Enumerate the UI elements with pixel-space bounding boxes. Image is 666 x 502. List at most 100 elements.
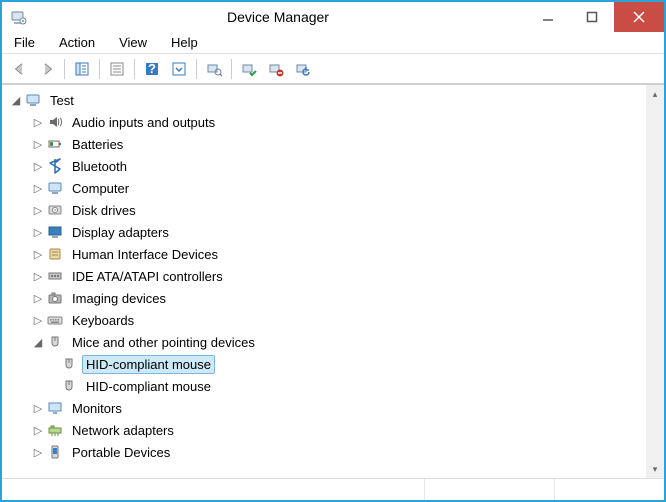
toolbar-separator <box>231 59 232 79</box>
uninstall-button[interactable] <box>291 57 315 81</box>
tree-label: Bluetooth <box>68 157 131 176</box>
expand-icon[interactable]: ▷ <box>32 402 44 414</box>
action-button[interactable] <box>167 57 191 81</box>
expand-icon[interactable]: ▷ <box>32 248 44 260</box>
disk-icon <box>46 201 64 219</box>
battery-icon <box>46 135 64 153</box>
collapse-icon[interactable]: ◢ <box>32 336 44 348</box>
menubar: File Action View Help <box>2 32 664 54</box>
nav-back-button[interactable] <box>8 57 32 81</box>
tree-category[interactable]: ▷ Keyboards <box>2 309 646 331</box>
window-title: Device Manager <box>30 9 526 25</box>
status-pane <box>424 479 554 500</box>
window-controls <box>526 2 664 32</box>
tree-category[interactable]: ▷ Audio inputs and outputs <box>2 111 646 133</box>
expand-icon[interactable]: ▷ <box>32 226 44 238</box>
tree-label: Keyboards <box>68 311 138 330</box>
tree-label: Batteries <box>68 135 127 154</box>
vertical-scrollbar[interactable]: ▴ ▾ <box>646 85 664 478</box>
menu-help[interactable]: Help <box>167 33 202 52</box>
device-manager-window: Device Manager File Action View Help ? <box>0 0 666 502</box>
status-pane <box>2 479 424 500</box>
maximize-button[interactable] <box>570 2 614 32</box>
enable-device-button[interactable] <box>237 57 261 81</box>
menu-action[interactable]: Action <box>55 33 99 52</box>
speaker-icon <box>46 113 64 131</box>
show-hide-tree-button[interactable] <box>70 57 94 81</box>
bluetooth-icon <box>46 157 64 175</box>
properties-button[interactable] <box>105 57 129 81</box>
svg-text:?: ? <box>148 61 156 76</box>
hid-icon <box>46 245 64 263</box>
expand-icon[interactable]: ▷ <box>32 292 44 304</box>
mouse-icon <box>46 333 64 351</box>
tree-label: Monitors <box>68 399 126 418</box>
expand-icon[interactable]: ▷ <box>32 160 44 172</box>
monitor-icon <box>46 399 64 417</box>
toolbar-separator <box>99 59 100 79</box>
mouse-icon <box>60 377 78 395</box>
app-icon <box>8 6 30 28</box>
tree-label: Display adapters <box>68 223 173 242</box>
minimize-button[interactable] <box>526 2 570 32</box>
nav-forward-button[interactable] <box>35 57 59 81</box>
expand-icon[interactable]: ▷ <box>32 446 44 458</box>
menu-file[interactable]: File <box>10 33 39 52</box>
tree-area: ◢ Test ▷ Audio inputs and outputs ▷ Batt… <box>2 84 664 478</box>
toolbar-separator <box>64 59 65 79</box>
tree-category[interactable]: ▷ Human Interface Devices <box>2 243 646 265</box>
tree-category[interactable]: ▷ Computer <box>2 177 646 199</box>
toolbar-separator <box>134 59 135 79</box>
scroll-up-button[interactable]: ▴ <box>646 85 664 103</box>
tree-category[interactable]: ▷ Monitors <box>2 397 646 419</box>
expand-icon[interactable]: ▷ <box>32 116 44 128</box>
disable-device-button[interactable] <box>264 57 288 81</box>
tree-category[interactable]: ◢ Mice and other pointing devices <box>2 331 646 353</box>
tree-category[interactable]: ▷ Display adapters <box>2 221 646 243</box>
display-icon <box>46 223 64 241</box>
portable-icon <box>46 443 64 461</box>
tree-label: Computer <box>68 179 133 198</box>
tree-label: Portable Devices <box>68 443 174 462</box>
tree-category[interactable]: ▷ Batteries <box>2 133 646 155</box>
tree-root-label: Test <box>46 91 78 110</box>
titlebar: Device Manager <box>2 2 664 32</box>
tree-label: Imaging devices <box>68 289 170 308</box>
menu-view[interactable]: View <box>115 33 151 52</box>
computer-icon <box>46 179 64 197</box>
tree-label: Disk drives <box>68 201 140 220</box>
scroll-down-button[interactable]: ▾ <box>646 460 664 478</box>
computer-icon <box>24 91 42 109</box>
keyboard-icon <box>46 311 64 329</box>
collapse-icon[interactable]: ◢ <box>10 94 22 106</box>
toolbar-separator <box>196 59 197 79</box>
tree-category[interactable]: ▷ Network adapters <box>2 419 646 441</box>
tree-category[interactable]: ▷ Portable Devices <box>2 441 646 463</box>
toolbar: ? <box>2 54 664 84</box>
tree-label: HID-compliant mouse <box>82 355 215 374</box>
close-button[interactable] <box>614 2 664 32</box>
tree-category[interactable]: ▷ Bluetooth <box>2 155 646 177</box>
expand-icon[interactable]: ▷ <box>32 138 44 150</box>
expand-icon[interactable]: ▷ <box>32 270 44 282</box>
tree-root[interactable]: ◢ Test <box>2 89 646 111</box>
ide-icon <box>46 267 64 285</box>
tree-device[interactable]: HID-compliant mouse <box>2 353 646 375</box>
status-pane <box>554 479 664 500</box>
expand-icon[interactable]: ▷ <box>32 204 44 216</box>
tree-label: HID-compliant mouse <box>82 377 215 396</box>
device-tree[interactable]: ◢ Test ▷ Audio inputs and outputs ▷ Batt… <box>2 85 646 478</box>
tree-label: IDE ATA/ATAPI controllers <box>68 267 227 286</box>
statusbar <box>2 478 664 500</box>
tree-category[interactable]: ▷ IDE ATA/ATAPI controllers <box>2 265 646 287</box>
expand-icon[interactable]: ▷ <box>32 182 44 194</box>
expand-icon[interactable]: ▷ <box>32 424 44 436</box>
tree-category[interactable]: ▷ Disk drives <box>2 199 646 221</box>
tree-category[interactable]: ▷ Imaging devices <box>2 287 646 309</box>
help-button[interactable]: ? <box>140 57 164 81</box>
tree-label: Mice and other pointing devices <box>68 333 259 352</box>
expand-icon[interactable]: ▷ <box>32 314 44 326</box>
tree-device[interactable]: HID-compliant mouse <box>2 375 646 397</box>
scan-hardware-button[interactable] <box>202 57 226 81</box>
camera-icon <box>46 289 64 307</box>
